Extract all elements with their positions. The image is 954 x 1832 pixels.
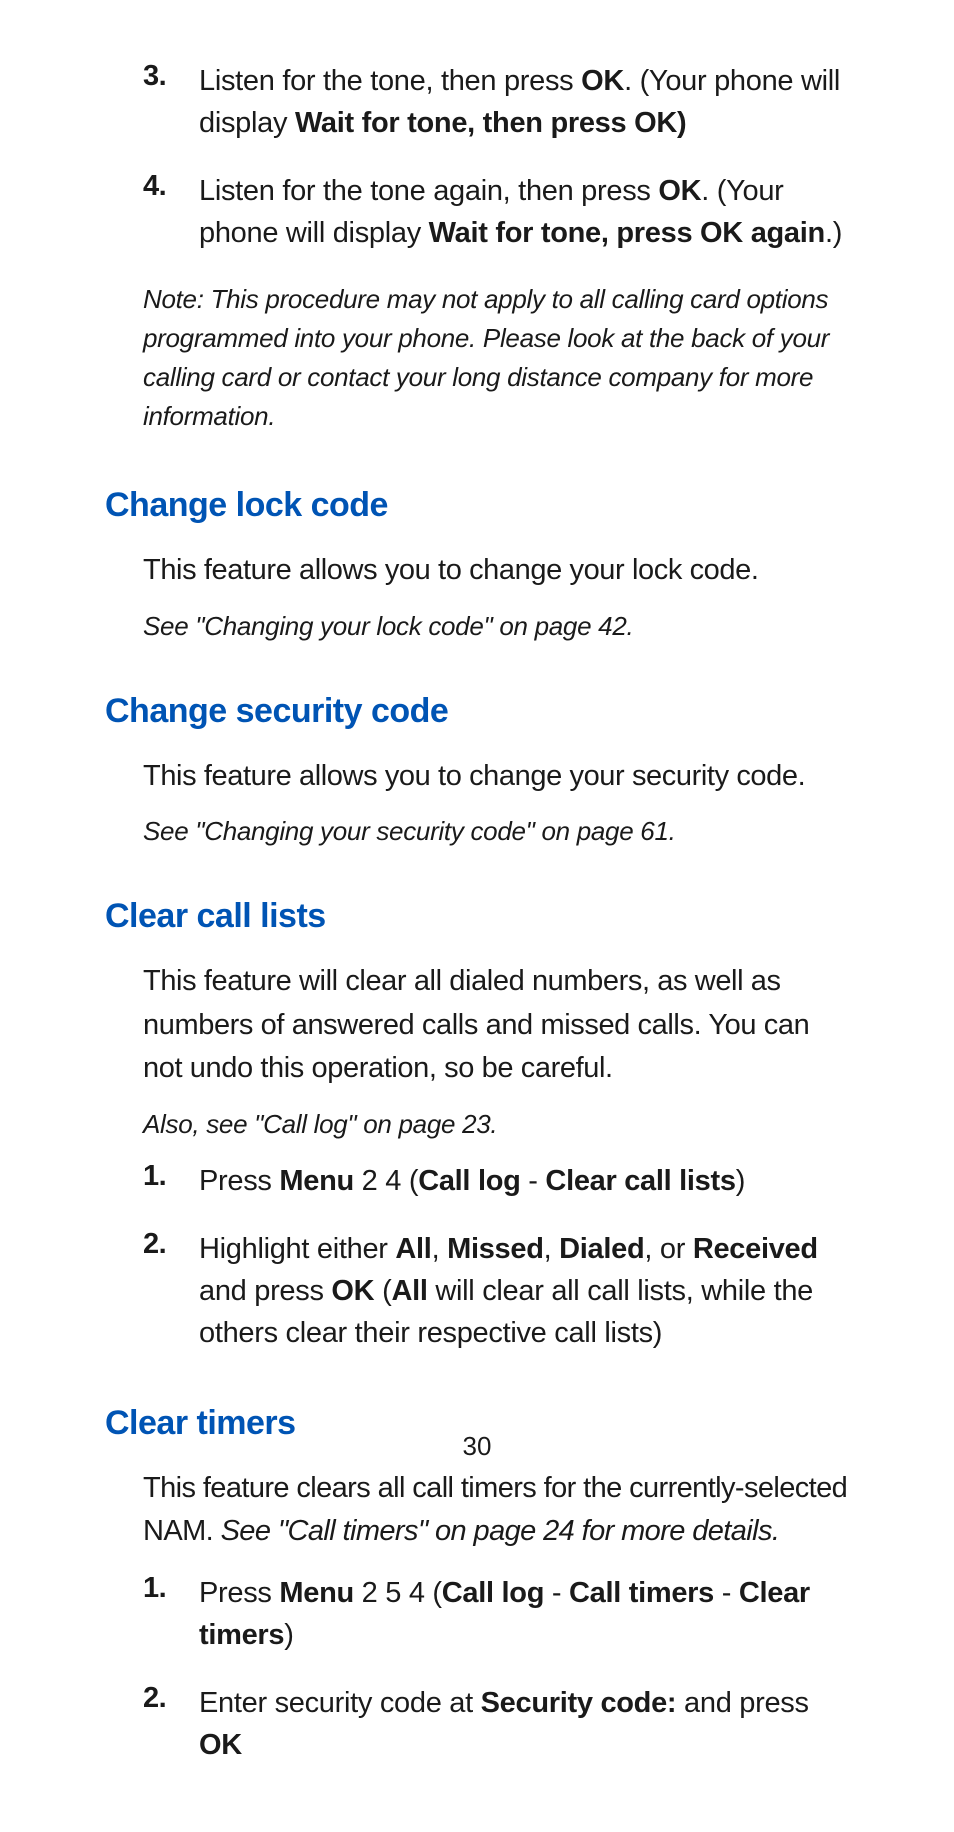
top-list-item-text: Listen for the tone, then press OK. (You… (199, 60, 849, 144)
body-clear-timers: This feature clears all call timers for … (143, 1467, 849, 1554)
body-change-lock-code: This feature allows you to change your l… (143, 549, 849, 593)
page-number: 30 (0, 1431, 954, 1462)
top-list-item: 4.Listen for the tone again, then press … (105, 170, 849, 254)
top-list-item-number: 3. (143, 60, 199, 144)
heading-clear-call-lists: Clear call lists (105, 897, 849, 936)
top-list: 3.Listen for the tone, then press OK. (Y… (105, 60, 849, 254)
clear-timers-item: 1.Press Menu 2 5 4 (Call log - Call time… (105, 1572, 849, 1656)
clear-timers-item-number: 1. (143, 1572, 199, 1656)
body-clear-call-lists: This feature will clear all dialed numbe… (143, 960, 849, 1091)
clear-call-lists-item-text: Press Menu 2 4 (Call log - Clear call li… (199, 1160, 745, 1202)
top-list-item: 3.Listen for the tone, then press OK. (Y… (105, 60, 849, 144)
page: 3.Listen for the tone, then press OK. (Y… (0, 0, 954, 1832)
clear-timers-steps: 1.Press Menu 2 5 4 (Call log - Call time… (105, 1572, 849, 1766)
clear-call-lists-item: 2.Highlight either All, Missed, Dialed, … (105, 1228, 849, 1354)
clear-timers-item-text: Press Menu 2 5 4 (Call log - Call timers… (199, 1572, 849, 1656)
ref-change-lock-code: See "Changing your lock code" on page 42… (143, 611, 849, 642)
ref-clear-call-lists: Also, see "Call log" on page 23. (143, 1109, 849, 1140)
heading-change-security-code: Change security code (105, 692, 849, 731)
clear-timers-item: 2.Enter security code at Security code: … (105, 1682, 849, 1766)
clear-timers-item-number: 2. (143, 1682, 199, 1766)
clear-timers-item-text: Enter security code at Security code: an… (199, 1682, 849, 1766)
heading-change-lock-code: Change lock code (105, 486, 849, 525)
clear-call-lists-item: 1.Press Menu 2 4 (Call log - Clear call … (105, 1160, 849, 1202)
top-list-item-number: 4. (143, 170, 199, 254)
top-list-item-text: Listen for the tone again, then press OK… (199, 170, 849, 254)
body-change-security-code: This feature allows you to change your s… (143, 755, 849, 799)
clear-call-lists-item-number: 2. (143, 1228, 199, 1354)
top-note: Note: This procedure may not apply to al… (143, 280, 849, 436)
clear-call-lists-item-text: Highlight either All, Missed, Dialed, or… (199, 1228, 849, 1354)
clear-call-lists-steps: 1.Press Menu 2 4 (Call log - Clear call … (105, 1160, 849, 1354)
ref-change-security-code: See "Changing your security code" on pag… (143, 816, 849, 847)
clear-call-lists-item-number: 1. (143, 1160, 199, 1202)
